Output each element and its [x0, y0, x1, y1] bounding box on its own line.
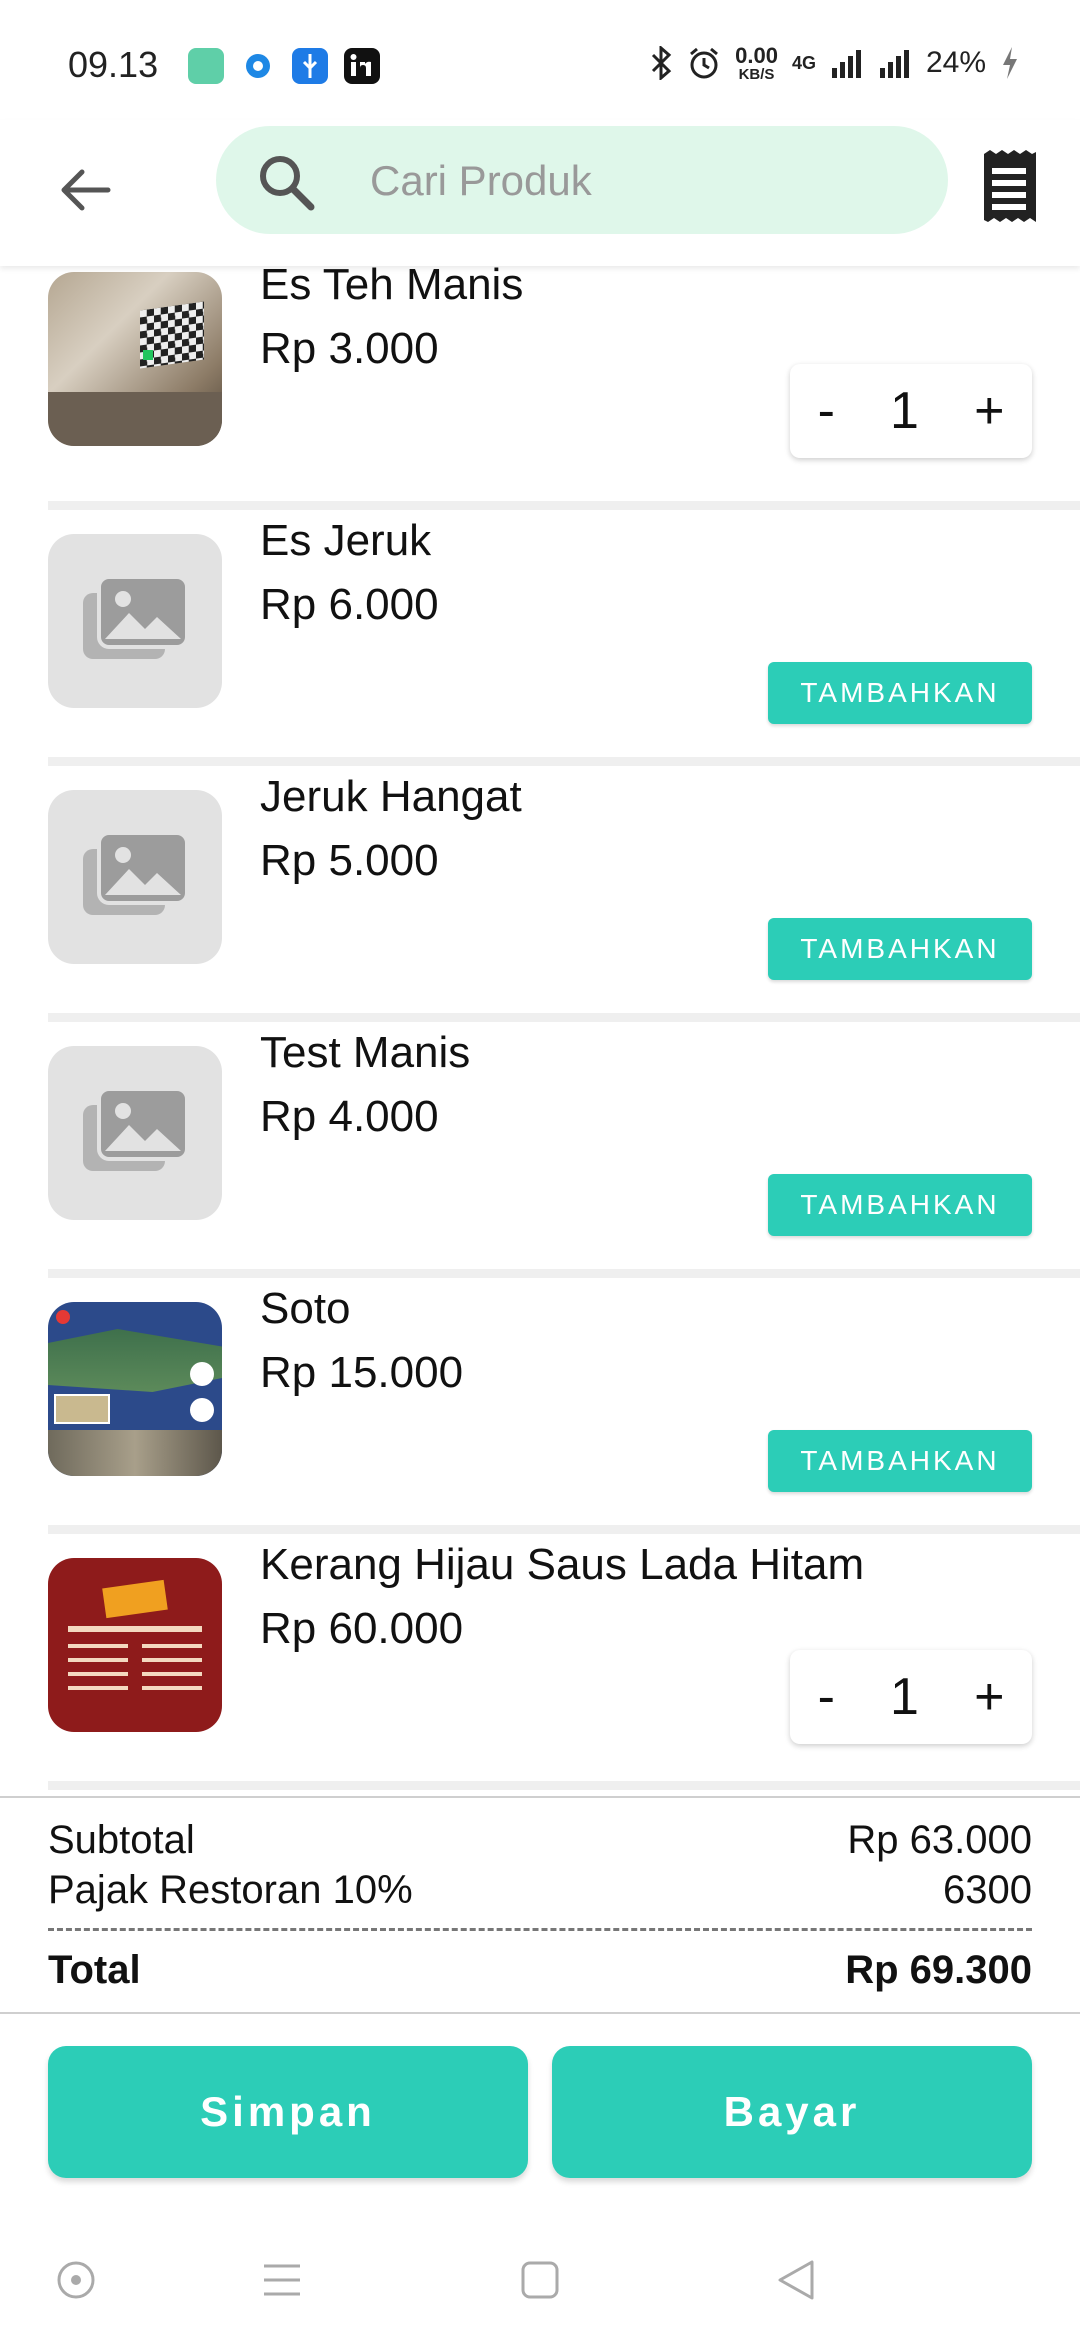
product-image-placeholder — [48, 534, 222, 708]
subtotal-label: Subtotal — [48, 1818, 195, 1862]
tax-row: Pajak Restoran 10% 6300 — [48, 1868, 1032, 1913]
status-bar: 09.13 0.00 KB/S 4G 24% — [0, 0, 1080, 120]
product-item: Test Manis Rp 4.000 TAMBAHKAN — [48, 1028, 1080, 1278]
usb-icon — [292, 48, 328, 84]
product-name: Jeruk Hangat — [260, 772, 522, 821]
divider — [48, 501, 1080, 510]
divider — [48, 1013, 1080, 1022]
subtotal-row: Subtotal Rp 63.000 — [48, 1818, 1032, 1863]
quantity-value: 1 — [890, 382, 919, 440]
tax-value: 6300 — [943, 1868, 1032, 1912]
search-icon — [260, 156, 315, 211]
divider — [48, 1525, 1080, 1534]
arrow-left-icon — [61, 169, 111, 211]
product-image-room — [48, 272, 222, 446]
menu-icon — [264, 2264, 300, 2296]
triangle-back-icon — [778, 2260, 814, 2300]
save-button[interactable]: Simpan — [48, 2046, 528, 2178]
product-price: Rp 60.000 — [260, 1604, 464, 1653]
product-image-placeholder — [48, 1046, 222, 1220]
network-speed: 0.00 KB/S — [735, 42, 778, 83]
product-item: Jeruk Hangat Rp 5.000 TAMBAHKAN — [48, 772, 1080, 1022]
product-item: Es Teh Manis Rp 3.000 - 1 + — [48, 266, 1080, 510]
image-placeholder-icon — [83, 1087, 189, 1171]
decrease-button[interactable]: - — [818, 1667, 835, 1727]
subtotal-value: Rp 63.000 — [847, 1818, 1032, 1862]
app-notification-icon — [188, 48, 224, 84]
increase-button[interactable]: + — [974, 381, 1004, 441]
system-back-button[interactable] — [766, 2250, 826, 2310]
linkedin-icon — [344, 48, 380, 84]
product-price: Rp 6.000 — [260, 580, 439, 629]
top-bar — [0, 120, 1080, 266]
receipt-icon — [984, 150, 1036, 222]
product-image-poster — [48, 1558, 222, 1732]
system-nav-bar — [0, 2220, 1080, 2340]
increase-button[interactable]: + — [974, 1667, 1004, 1727]
product-name: Es Teh Manis — [260, 266, 524, 309]
divider — [48, 1781, 1080, 1790]
product-name: Es Jeruk — [260, 516, 432, 565]
back-button[interactable] — [50, 154, 120, 226]
add-to-cart-button[interactable]: TAMBAHKAN — [768, 1174, 1032, 1236]
assistant-button[interactable] — [46, 2250, 106, 2310]
charging-icon — [1003, 47, 1017, 79]
bluetooth-icon — [652, 46, 672, 80]
total-row: Total Rp 69.300 — [48, 1948, 1032, 1993]
status-time: 09.13 — [68, 44, 159, 85]
divider — [48, 1269, 1080, 1278]
image-placeholder-icon — [83, 575, 189, 659]
total-value: Rp 69.300 — [845, 1948, 1032, 1992]
product-item: Es Jeruk Rp 6.000 TAMBAHKAN — [48, 516, 1080, 766]
product-image-map — [48, 1302, 222, 1476]
circle-dot-icon — [57, 2261, 95, 2299]
status-indicators: 0.00 KB/S 4G 24% — [649, 40, 1020, 86]
network-type: 4G — [791, 52, 816, 73]
browser-notification-icon — [240, 48, 276, 84]
product-price: Rp 15.000 — [260, 1348, 464, 1397]
add-to-cart-button[interactable]: TAMBAHKAN — [768, 1430, 1032, 1492]
add-to-cart-button[interactable]: TAMBAHKAN — [768, 918, 1032, 980]
product-price: Rp 5.000 — [260, 836, 439, 885]
tax-label: Pajak Restoran 10% — [48, 1868, 413, 1912]
order-summary: Subtotal Rp 63.000 Pajak Restoran 10% 63… — [0, 1796, 1080, 2014]
image-placeholder-icon — [83, 831, 189, 915]
product-name: Test Manis — [260, 1028, 471, 1077]
product-item: Kerang Hijau Saus Lada Hitam Rp 60.000 -… — [48, 1540, 1080, 1790]
dashed-divider — [48, 1928, 1032, 1931]
pay-button[interactable]: Bayar — [552, 2046, 1032, 2178]
total-label: Total — [48, 1948, 141, 1992]
product-image-placeholder — [48, 790, 222, 964]
product-item: Soto Rp 15.000 TAMBAHKAN — [48, 1284, 1080, 1534]
product-name: Soto — [260, 1284, 351, 1333]
product-list[interactable]: Es Teh Manis Rp 3.000 - 1 + Es Jeruk Rp … — [0, 266, 1080, 1796]
home-button[interactable] — [510, 2250, 570, 2310]
square-icon — [521, 2261, 559, 2299]
signal-icon — [831, 50, 861, 78]
menu-button[interactable] — [252, 2250, 312, 2310]
divider — [48, 757, 1080, 766]
signal-icon-2 — [879, 50, 909, 78]
decrease-button[interactable]: - — [818, 381, 835, 441]
quantity-stepper: - 1 + — [790, 364, 1032, 458]
search-bar[interactable] — [216, 126, 948, 234]
battery-level: 24% — [925, 46, 986, 79]
product-name: Kerang Hijau Saus Lada Hitam — [260, 1540, 865, 1589]
add-to-cart-button[interactable]: TAMBAHKAN — [768, 662, 1032, 724]
alarm-icon — [690, 47, 719, 79]
search-input[interactable] — [368, 148, 912, 214]
order-list-button[interactable] — [980, 150, 1040, 224]
quantity-value: 1 — [890, 1668, 919, 1726]
quantity-stepper: - 1 + — [790, 1650, 1032, 1744]
product-price: Rp 3.000 — [260, 324, 439, 373]
product-price: Rp 4.000 — [260, 1092, 439, 1141]
